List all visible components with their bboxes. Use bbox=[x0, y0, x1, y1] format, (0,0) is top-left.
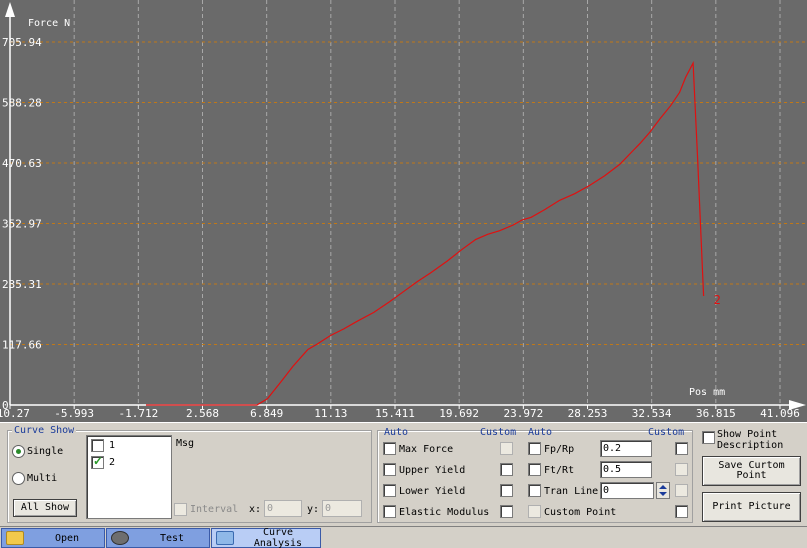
tran-line-custom-checkbox[interactable] bbox=[675, 484, 688, 497]
max-force-label: Max Force bbox=[399, 444, 454, 455]
interval-y-input[interactable]: 0 bbox=[322, 500, 362, 517]
single-radio[interactable] bbox=[12, 445, 25, 458]
save-custom-point-button[interactable]: Save Curtom Point bbox=[702, 456, 801, 486]
tab-bar: Open Test Curve Analysis bbox=[0, 526, 807, 548]
tab-test-label: Test bbox=[159, 532, 185, 544]
x-axis-label: Pos mm bbox=[689, 387, 726, 398]
tab-curve-analysis[interactable]: Curve Analysis bbox=[211, 527, 321, 548]
spinner-arrows-icon bbox=[659, 485, 667, 496]
x-tick-label: 19.692 bbox=[439, 407, 479, 420]
x-tick-label: 32.534 bbox=[632, 407, 672, 420]
y-axis-arrow-icon bbox=[5, 2, 15, 17]
curve-show-title: Curve Show bbox=[12, 425, 77, 436]
y-tick-label: 705.94 bbox=[2, 36, 42, 49]
custom-header: Custom bbox=[480, 427, 517, 438]
upper-yield-label: Upper Yield bbox=[399, 465, 466, 476]
check-icon: ✓ bbox=[93, 454, 104, 468]
y-label: y: bbox=[307, 504, 320, 515]
x-tick-label: -1.712 bbox=[118, 407, 158, 420]
curve-2-checkbox[interactable]: ✓ bbox=[91, 454, 104, 469]
tab-curve-analysis-label: Curve Analysis bbox=[253, 527, 303, 548]
show-point-description-label: Show Point Description bbox=[717, 429, 784, 451]
ft-rt-custom-checkbox[interactable] bbox=[675, 463, 688, 476]
fp-rp-input[interactable]: 0.2 bbox=[600, 440, 652, 457]
y-tick-label: 0 bbox=[2, 399, 9, 412]
x-tick-label: 11.13 bbox=[314, 407, 347, 420]
elastic-modulus-auto-checkbox[interactable] bbox=[383, 505, 396, 518]
x-tick-label: 15.411 bbox=[375, 407, 415, 420]
tran-line-input[interactable]: 0 bbox=[600, 482, 654, 499]
ft-rt-label: Ft/Rt bbox=[544, 465, 575, 476]
x-tick-label: 6.849 bbox=[250, 407, 283, 420]
multi-radio[interactable] bbox=[12, 472, 25, 485]
elastic-modulus-label: Elastic Modulus bbox=[399, 507, 490, 518]
x-tick-label: 36.815 bbox=[696, 407, 736, 420]
force-position-chart[interactable]: -10.27-5.993-1.7122.5686.84911.1315.4111… bbox=[0, 0, 807, 422]
y-tick-label: 235.31 bbox=[2, 278, 42, 291]
y-tick-label: 470.63 bbox=[2, 157, 42, 170]
ft-rt-auto-checkbox[interactable] bbox=[528, 463, 541, 476]
auto-header-2: Auto bbox=[528, 427, 553, 438]
y-axis-label: Force N bbox=[28, 18, 71, 29]
y-tick-label: 588.28 bbox=[2, 97, 42, 110]
interval-checkbox[interactable] bbox=[174, 503, 187, 516]
auto-header: Auto bbox=[384, 427, 409, 438]
radio-selected-dot bbox=[16, 449, 21, 454]
custom-point-auto-checkbox[interactable] bbox=[528, 505, 541, 518]
curve-2-label: 2 bbox=[109, 457, 116, 468]
tran-line-spinner[interactable] bbox=[656, 482, 670, 499]
custom-header-2: Custom bbox=[648, 427, 685, 438]
lower-yield-auto-checkbox[interactable] bbox=[383, 484, 396, 497]
curve-plot[interactable]: -10.27-5.993-1.7122.5686.84911.1315.4111… bbox=[0, 0, 807, 422]
x-tick-label: 28.253 bbox=[568, 407, 608, 420]
tran-line-label: Tran Line bbox=[544, 486, 599, 497]
all-show-button[interactable]: All Show bbox=[13, 499, 77, 517]
lower-yield-label: Lower Yield bbox=[399, 486, 466, 497]
upper-yield-custom-checkbox[interactable] bbox=[500, 463, 513, 476]
x-tick-label: -5.993 bbox=[54, 407, 94, 420]
curve-1-checkbox[interactable] bbox=[91, 439, 104, 452]
interval-label: Interval bbox=[190, 504, 239, 515]
series-line-2 bbox=[146, 60, 705, 406]
fp-rp-label: Fp/Rp bbox=[544, 444, 575, 455]
interval-x-input[interactable]: 0 bbox=[264, 500, 302, 517]
x-tick-label: 41.096 bbox=[760, 407, 800, 420]
custom-point-label: Custom Point bbox=[544, 507, 617, 518]
tab-open[interactable]: Open bbox=[1, 528, 105, 548]
tab-open-label: Open bbox=[54, 532, 80, 544]
gauge-icon bbox=[111, 531, 129, 545]
curve-list[interactable]: 1 ✓ 2 bbox=[86, 435, 172, 519]
fp-rp-auto-checkbox[interactable] bbox=[528, 442, 541, 455]
upper-yield-auto-checkbox[interactable] bbox=[383, 463, 396, 476]
max-force-custom-checkbox[interactable] bbox=[500, 442, 513, 455]
ft-rt-input[interactable]: 0.5 bbox=[600, 461, 652, 478]
tran-line-auto-checkbox[interactable] bbox=[528, 484, 541, 497]
max-force-auto-checkbox[interactable] bbox=[383, 442, 396, 455]
multi-label: Multi bbox=[27, 473, 58, 484]
chart-icon bbox=[216, 531, 234, 545]
show-point-description-checkbox[interactable] bbox=[702, 431, 715, 444]
fp-rp-custom-checkbox[interactable] bbox=[675, 442, 688, 455]
y-tick-label: 117.66 bbox=[2, 339, 42, 352]
tab-test[interactable]: Test bbox=[106, 528, 210, 548]
series-end-label: 2 bbox=[714, 293, 721, 307]
x-tick-label: 23.972 bbox=[503, 407, 543, 420]
folder-icon bbox=[6, 531, 24, 545]
lower-yield-custom-checkbox[interactable] bbox=[500, 484, 513, 497]
y-tick-label: 352.97 bbox=[2, 218, 42, 231]
custom-point-custom-checkbox[interactable] bbox=[675, 505, 688, 518]
control-panel: Curve Show Single Multi All Show 1 ✓ 2 M… bbox=[0, 422, 807, 526]
x-tick-label: 2.568 bbox=[186, 407, 219, 420]
curve-1-label: 1 bbox=[109, 440, 116, 451]
single-label: Single bbox=[27, 446, 64, 457]
x-label: x: bbox=[249, 504, 262, 515]
elastic-modulus-custom-checkbox[interactable] bbox=[500, 505, 513, 518]
msg-label: Msg bbox=[176, 438, 195, 449]
print-picture-button[interactable]: Print Picture bbox=[702, 492, 801, 522]
